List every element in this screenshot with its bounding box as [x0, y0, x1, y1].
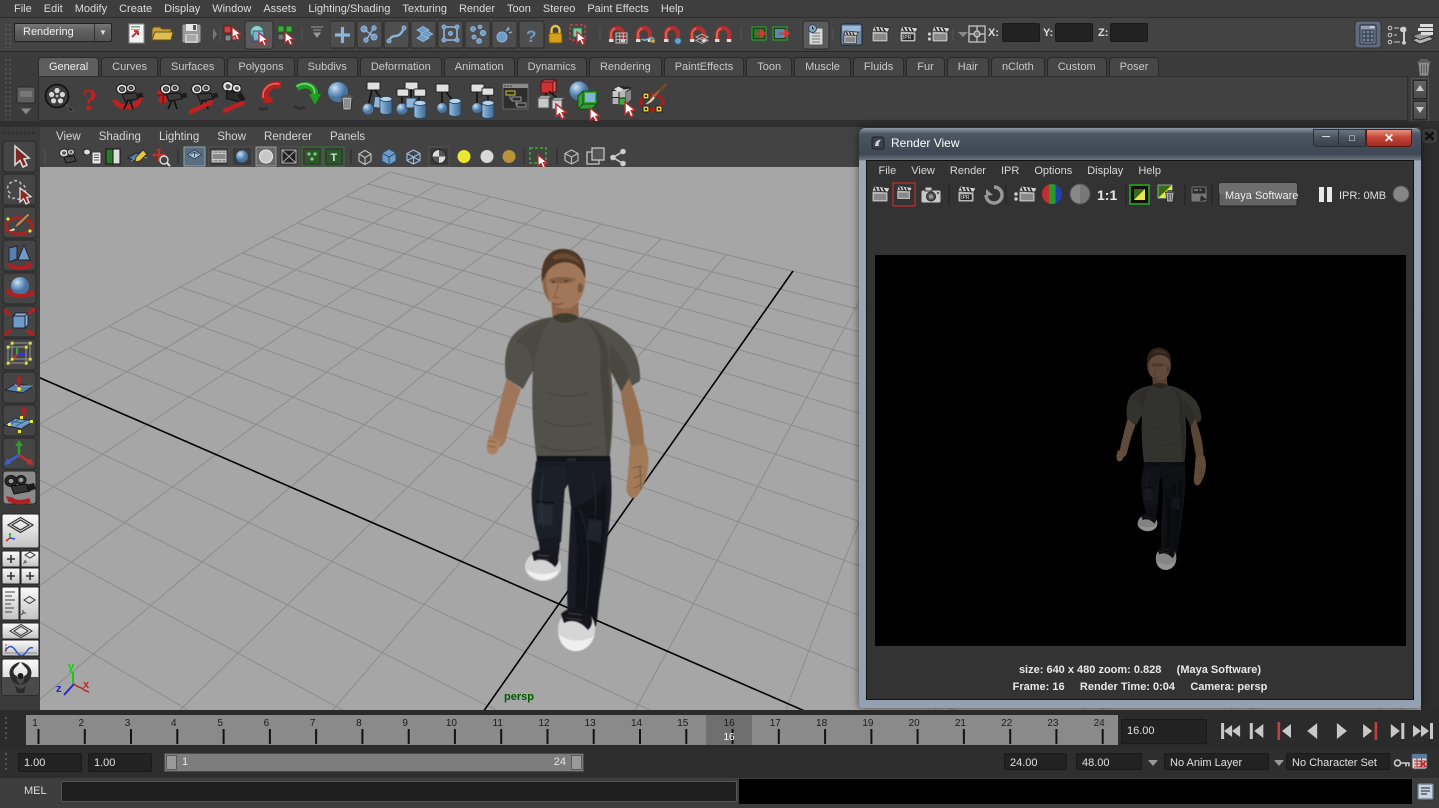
- svg-text:22: 22: [1001, 718, 1013, 729]
- svg-text:6: 6: [264, 718, 270, 729]
- svg-text:IPR: IPR: [961, 195, 970, 201]
- svg-text:4: 4: [171, 718, 177, 729]
- svg-text:7: 7: [310, 718, 316, 729]
- svg-text:19: 19: [862, 718, 874, 729]
- svg-text:1:1: 1:1: [1097, 187, 1117, 203]
- svg-text:16: 16: [724, 718, 736, 729]
- svg-text:Maya Software: Maya Software: [1225, 190, 1298, 202]
- svg-text:5: 5: [217, 718, 223, 729]
- svg-text:20: 20: [909, 718, 921, 729]
- svg-text:8: 8: [356, 718, 362, 729]
- svg-text:16: 16: [723, 732, 735, 743]
- svg-text:18: 18: [816, 718, 828, 729]
- svg-text:21: 21: [955, 718, 967, 729]
- svg-text:y: y: [68, 661, 75, 673]
- svg-text:23: 23: [1047, 718, 1059, 729]
- svg-text:z: z: [56, 683, 62, 695]
- svg-text:IPR: 0MB: IPR: 0MB: [1339, 190, 1386, 202]
- svg-text:15: 15: [677, 718, 689, 729]
- svg-text:12: 12: [538, 718, 550, 729]
- svg-text:14: 14: [631, 718, 643, 729]
- svg-text:IPR: IPR: [903, 35, 912, 41]
- svg-text:x: x: [83, 679, 90, 691]
- svg-text:11: 11: [493, 718, 504, 729]
- svg-text:2: 2: [79, 718, 85, 729]
- svg-text:13: 13: [585, 718, 597, 729]
- svg-text:T: T: [331, 152, 338, 164]
- svg-text:1: 1: [32, 718, 38, 729]
- svg-text:17: 17: [770, 718, 782, 729]
- svg-text:?: ?: [526, 27, 536, 46]
- svg-text:persp: persp: [504, 691, 534, 703]
- svg-text:?: ?: [82, 82, 98, 117]
- svg-text:3: 3: [125, 718, 131, 729]
- svg-text:24: 24: [1094, 718, 1106, 729]
- svg-text:9: 9: [402, 718, 408, 729]
- svg-text:10: 10: [446, 718, 458, 729]
